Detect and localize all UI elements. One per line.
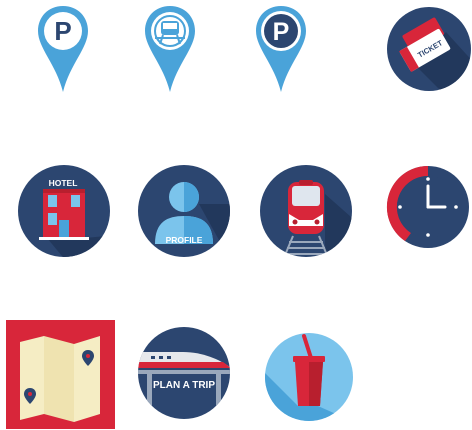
- plan-a-trip-icon[interactable]: PLAN A TRIP: [137, 326, 231, 420]
- hotel-icon[interactable]: HOTEL: [17, 164, 111, 258]
- train-icon[interactable]: [259, 164, 353, 258]
- drink-cup-icon[interactable]: [264, 332, 354, 422]
- hotel-label: HOTEL: [49, 178, 78, 188]
- station-pin-icon[interactable]: [143, 4, 197, 94]
- clock-icon[interactable]: [385, 164, 471, 250]
- parking-letter: P: [54, 16, 71, 46]
- profile-label: PROFILE: [166, 235, 203, 245]
- parking-letter: P: [273, 18, 290, 46]
- parking-pin-icon[interactable]: P: [36, 4, 90, 94]
- profile-icon[interactable]: PROFILE: [137, 164, 231, 258]
- plan-a-trip-label: PLAN A TRIP: [153, 380, 215, 391]
- ticket-icon[interactable]: TICKET: [386, 6, 472, 92]
- map-icon[interactable]: [6, 320, 115, 429]
- parking-pin-dark-icon[interactable]: P: [254, 4, 308, 94]
